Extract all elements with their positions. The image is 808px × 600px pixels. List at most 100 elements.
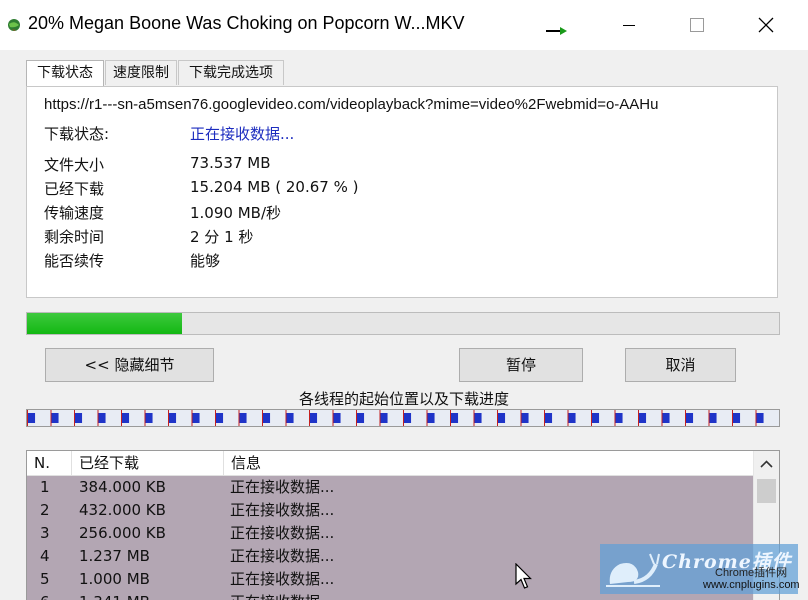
thread-progress-bar: [26, 409, 780, 427]
thread-segment-fill: [192, 413, 200, 423]
thread-divider: [473, 410, 475, 426]
maximize-button[interactable]: [676, 10, 716, 40]
detail-label: 剩余时间: [44, 228, 105, 246]
thread-segment-fill: [357, 413, 365, 423]
thread-segment-fill: [404, 413, 412, 423]
thread-segment-fill: [521, 413, 529, 423]
minimize-icon: [623, 25, 635, 26]
thread-divider: [356, 410, 357, 426]
list-row[interactable]: 2 432.000 KB 正在接收数据...: [27, 499, 753, 522]
detail-value: 73.537 MB: [190, 154, 271, 172]
row-downloaded: 384.000 KB: [79, 478, 166, 496]
thread-segment-fill: [310, 413, 318, 423]
thread-divider: [732, 410, 733, 426]
column-header-downloaded[interactable]: 已经下载: [72, 451, 224, 475]
thread-segment-fill: [709, 413, 717, 423]
row-downloaded: 1.237 MB: [79, 547, 150, 565]
thread-divider: [97, 410, 99, 426]
thread-segment-fill: [662, 413, 670, 423]
thread-divider: [50, 410, 52, 426]
thread-segment-fill: [239, 413, 247, 423]
thread-segment-fill: [380, 413, 388, 423]
thread-segment-fill: [51, 413, 59, 423]
thread-segment-fill: [686, 413, 694, 423]
thread-divider: [661, 410, 663, 426]
row-downloaded: 1.000 MB: [79, 570, 150, 588]
thread-divider: [614, 410, 616, 426]
thread-segment-fill: [474, 413, 482, 423]
mouse-cursor-icon: [515, 563, 532, 589]
column-header-number[interactable]: N.: [27, 451, 72, 475]
thread-segment-fill: [263, 413, 271, 423]
thread-segment-fill: [333, 413, 341, 423]
scroll-thumb[interactable]: [757, 479, 776, 503]
thread-segment-fill: [615, 413, 623, 423]
thread-divider: [379, 410, 381, 426]
maximize-icon: [690, 18, 704, 32]
thread-divider: [685, 410, 686, 426]
details-panel: https://r1---sn-a5msen76.googlevideo.com…: [26, 86, 778, 298]
thread-segment-fill: [545, 413, 553, 423]
row-downloaded: 432.000 KB: [79, 501, 166, 519]
thread-divider: [285, 410, 287, 426]
thread-divider: [215, 410, 216, 426]
detail-value: 15.204 MB ( 20.67 % ): [190, 178, 359, 196]
chevron-up-icon: [760, 460, 773, 468]
thread-divider: [450, 410, 451, 426]
thread-divider: [755, 410, 757, 426]
detail-value: 2 分 1 秒: [190, 228, 254, 246]
minimize-button[interactable]: [609, 10, 649, 40]
row-number: 3: [40, 524, 50, 542]
thread-segment-fill: [592, 413, 600, 423]
thread-divider: [332, 410, 334, 426]
thread-divider: [168, 410, 169, 426]
thread-divider: [567, 410, 569, 426]
thread-divider: [591, 410, 592, 426]
thread-divider: [520, 410, 522, 426]
progress-fill: [27, 313, 183, 334]
row-info: 正在接收数据...: [230, 547, 335, 565]
thread-segment-fill: [756, 413, 764, 423]
thread-divider: [544, 410, 545, 426]
arrow-icon: [546, 27, 567, 35]
list-row[interactable]: 1 384.000 KB 正在接收数据...: [27, 476, 753, 499]
tab-speed-limit[interactable]: 速度限制: [105, 60, 177, 85]
row-info: 正在接收数据...: [230, 591, 334, 600]
watermark: Chrome插件 Chrome插件网 www.cnplugins.com: [600, 544, 800, 594]
hide-details-button[interactable]: << 隐藏细节: [45, 348, 214, 382]
thread-divider: [27, 410, 28, 426]
tab-download-status[interactable]: 下载状态: [26, 60, 104, 87]
thread-divider: [638, 410, 639, 426]
detail-value: 能够: [190, 252, 221, 270]
thread-divider: [403, 410, 404, 426]
cancel-button[interactable]: 取消: [625, 348, 736, 382]
thread-divider: [121, 410, 122, 426]
thread-divider: [144, 410, 146, 426]
thread-divider: [262, 410, 263, 426]
scroll-up-button[interactable]: [754, 451, 779, 477]
close-button[interactable]: [746, 10, 786, 40]
thread-divider: [309, 410, 310, 426]
status-label: 下载状态:: [44, 125, 110, 143]
thread-segment-fill: [145, 413, 153, 423]
row-downloaded: 1.341 MB: [79, 591, 150, 600]
thread-segment-fill: [733, 413, 741, 423]
thread-divider: [426, 410, 428, 426]
tab-completion-options[interactable]: 下载完成选项: [178, 60, 284, 85]
pause-button[interactable]: 暂停: [459, 348, 583, 382]
row-downloaded: 256.000 KB: [79, 524, 166, 542]
detail-label: 传输速度: [44, 204, 105, 222]
download-url: https://r1---sn-a5msen76.googlevideo.com…: [44, 96, 659, 113]
list-row[interactable]: 3 256.000 KB 正在接收数据...: [27, 522, 753, 545]
watermark-url: www.cnplugins.com: [703, 579, 800, 591]
window-title: 20% Megan Boone Was Choking on Popcorn W…: [28, 13, 465, 33]
thread-segments: [27, 410, 764, 426]
thread-segment-fill: [28, 413, 36, 423]
thread-segment-fill: [451, 413, 459, 423]
row-info: 正在接收数据...: [230, 501, 335, 519]
row-number: 6: [40, 591, 50, 600]
thread-segment-fill: [216, 413, 224, 423]
column-header-info[interactable]: 信息: [224, 451, 753, 475]
snail-logo-icon: [606, 553, 660, 587]
detail-label: 文件大小: [44, 156, 105, 174]
